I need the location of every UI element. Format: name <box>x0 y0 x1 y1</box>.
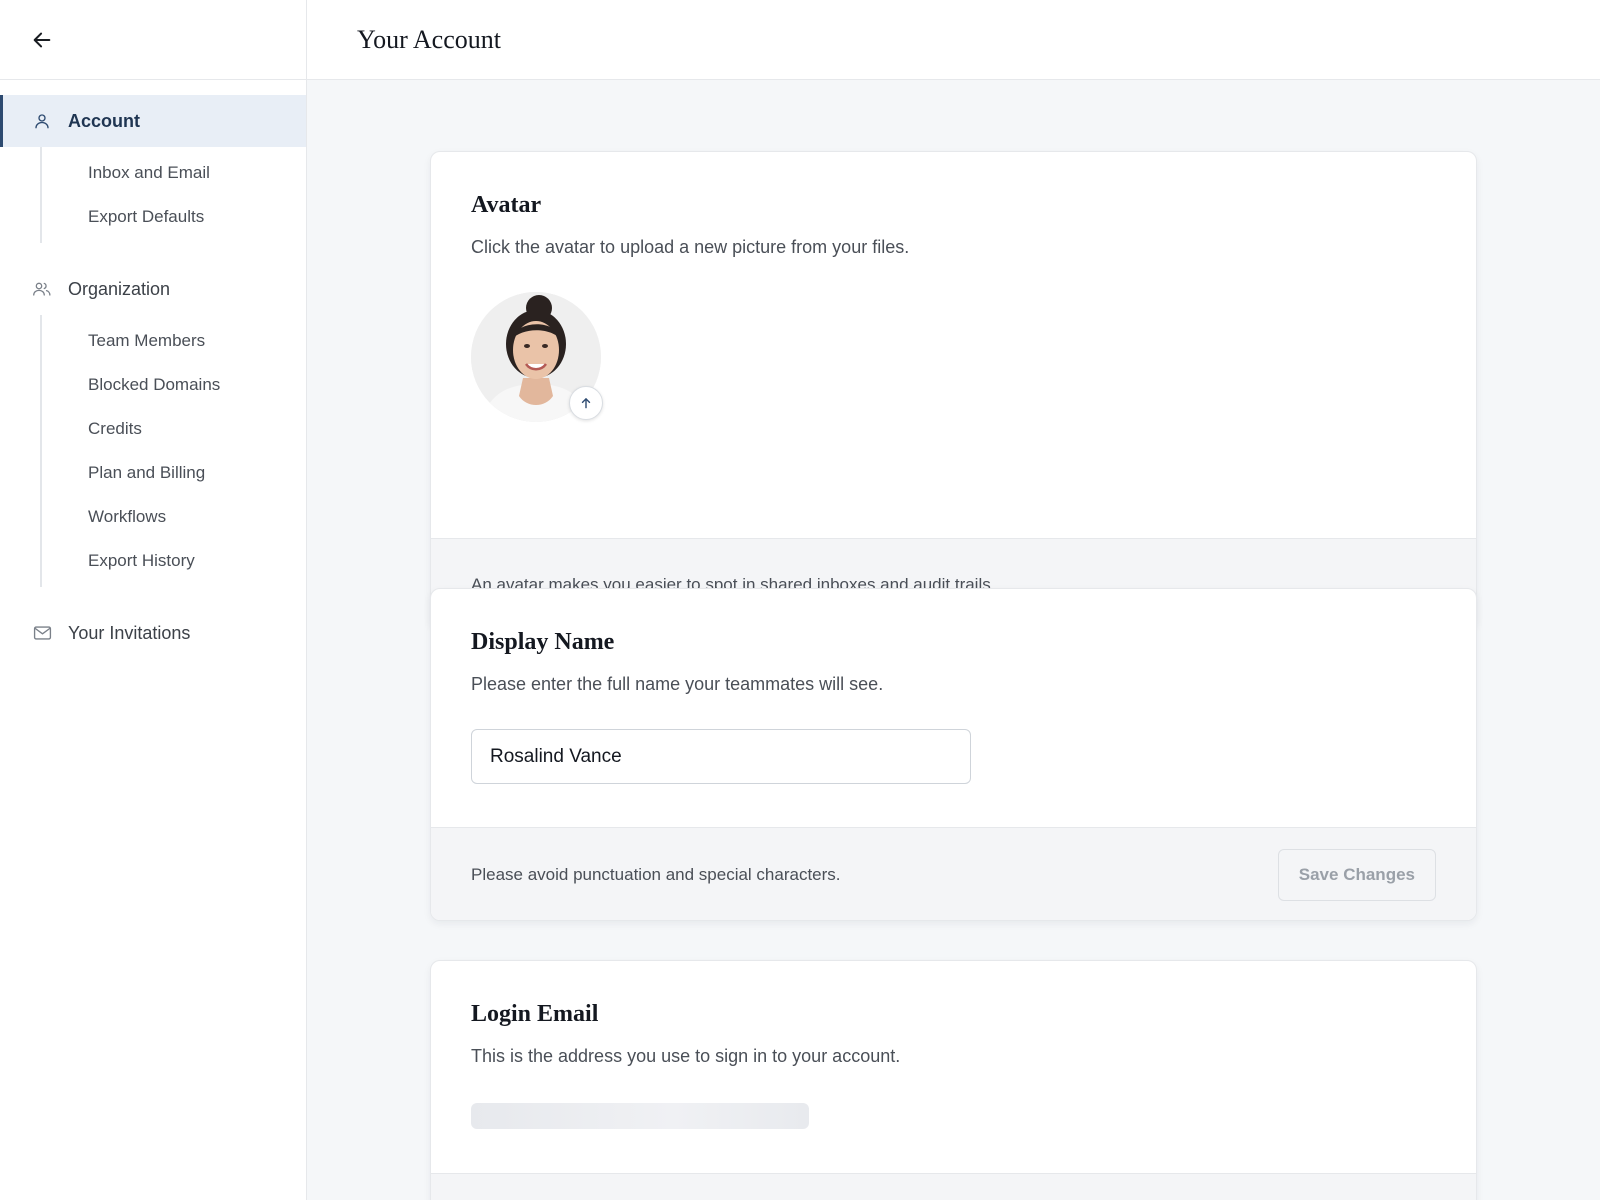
sidebar-item-your-invitations[interactable]: Your Invitations <box>0 607 306 659</box>
user-icon <box>32 111 52 131</box>
arrow-up-icon <box>581 398 591 409</box>
mail-icon <box>32 623 52 643</box>
page-title: Your Account <box>357 24 501 54</box>
card-description: Click the avatar to upload a new picture… <box>471 237 910 257</box>
sidebar-item-blocked-domains[interactable]: Blocked Domains <box>42 363 306 407</box>
sidebar-header <box>0 0 306 80</box>
upload-avatar-button[interactable] <box>569 386 603 420</box>
sidebar-item-inbox-and-email[interactable]: Inbox and Email <box>42 151 306 195</box>
sidebar-item-workflows[interactable]: Workflows <box>42 495 306 539</box>
sidebar-item-credits[interactable]: Credits <box>42 407 306 451</box>
card-footer: Please avoid punctuation and special cha… <box>431 827 1476 920</box>
sidebar-item-label: Account <box>68 110 140 131</box>
sidebar: Account Inbox and Email Export Defaults … <box>0 0 307 1200</box>
card-footer <box>431 1173 1476 1200</box>
loading-skeleton <box>471 1103 809 1129</box>
nav-section-organization: Organization Team Members Blocked Domain… <box>0 263 306 587</box>
save-changes-button[interactable]: Save Changes <box>1277 849 1436 901</box>
display-name-card: Display Name Please enter the full name … <box>430 588 1477 921</box>
organization-sub-list: Team Members Blocked Domains Credits Pla… <box>40 315 306 587</box>
nav-section-invitations: Your Invitations <box>0 607 306 659</box>
sidebar-nav: Account Inbox and Email Export Defaults … <box>0 80 306 659</box>
arrow-left-icon <box>33 32 51 47</box>
avatar-card: Avatar Click the avatar to upload a new … <box>430 151 1477 629</box>
users-icon <box>32 279 52 299</box>
nav-section-account: Account Inbox and Email Export Defaults <box>0 95 306 243</box>
back-button[interactable] <box>30 28 54 52</box>
sidebar-item-export-defaults[interactable]: Export Defaults <box>42 195 306 239</box>
sidebar-item-organization[interactable]: Organization <box>0 263 306 315</box>
card-description: Please enter the full name your teammate… <box>471 674 884 694</box>
sidebar-item-account[interactable]: Account <box>0 95 306 147</box>
display-name-input[interactable] <box>471 729 971 784</box>
sidebar-item-team-members[interactable]: Team Members <box>42 319 306 363</box>
card-title: Display Name <box>471 629 615 655</box>
sidebar-item-plan-and-billing[interactable]: Plan and Billing <box>42 451 306 495</box>
sidebar-item-export-history[interactable]: Export History <box>42 539 306 583</box>
main-content: Avatar Click the avatar to upload a new … <box>307 80 1600 1200</box>
card-title: Avatar <box>471 192 542 218</box>
login-email-card: Login Email This is the address you use … <box>430 960 1477 1200</box>
page-header: Your Account <box>307 0 1600 80</box>
card-description: This is the address you use to sign in t… <box>471 1046 901 1066</box>
avatar-upload <box>471 292 605 426</box>
sidebar-item-label: Organization <box>68 278 171 299</box>
card-title: Login Email <box>471 1001 599 1027</box>
account-sub-list: Inbox and Email Export Defaults <box>40 147 306 243</box>
card-footer-text: Please avoid punctuation and special cha… <box>471 865 841 884</box>
sidebar-item-label: Your Invitations <box>68 622 191 643</box>
